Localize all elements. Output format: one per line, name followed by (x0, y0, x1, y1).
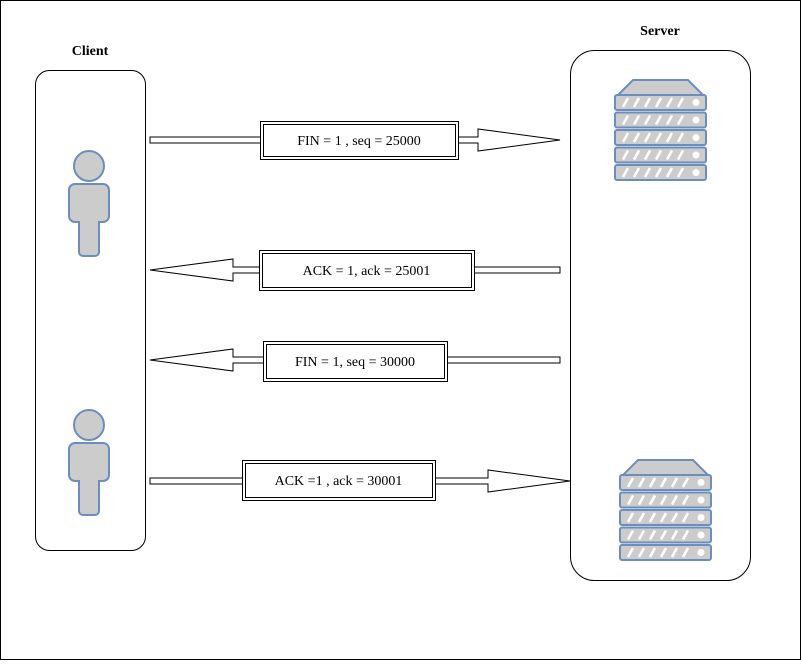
message-label: ACK = 1, ack = 25001 (303, 264, 431, 279)
message-label: FIN = 1, seq = 30000 (295, 355, 415, 370)
message-label: FIN = 1 , seq = 25000 (297, 134, 421, 149)
client-title: Client (72, 44, 109, 59)
server-rack-icon (614, 79, 707, 181)
server-rack-icon (619, 459, 712, 561)
server-title: Server (640, 24, 680, 39)
message-label: ACK =1 , ack = 30001 (275, 474, 403, 489)
tcp-teardown-diagram: Client Server FIN = 1 , seq = 25000 ACK =… (0, 0, 801, 660)
diagram-canvas: Client Server FIN = 1 , seq = 25000 ACK =… (0, 0, 802, 661)
